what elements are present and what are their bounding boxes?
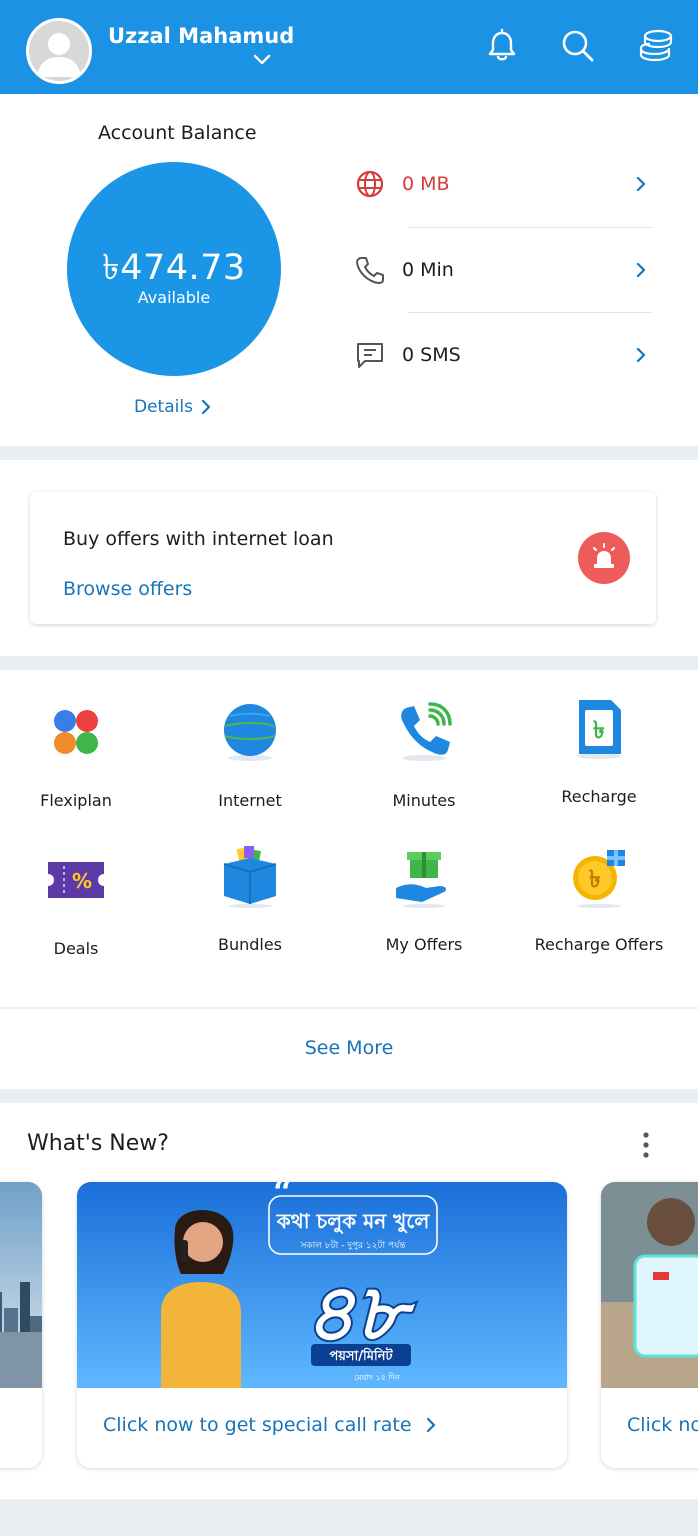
chevron-right-icon [201,399,211,415]
svg-text:৳: ৳ [593,716,605,744]
svg-text:৳: ৳ [589,865,601,893]
divider [408,312,652,313]
service-label: My Offers [385,935,463,954]
balance-card: Account Balance ৳474.73 Available Detail… [0,94,698,446]
details-link[interactable]: Details [134,397,211,417]
globe-icon [356,170,384,198]
service-internet[interactable]: Internet [163,700,337,811]
promo-headline: কথা চলুক মন খুলে [276,1209,431,1234]
details-label: Details [134,397,193,417]
recharge-sim-icon: ৳ [577,700,621,759]
service-label: Internet [218,791,282,810]
service-bundles[interactable]: Bundles [163,844,337,955]
more-vertical-icon[interactable] [640,1131,652,1159]
balance-available-label: Available [137,288,211,307]
chevron-right-icon [636,177,646,191]
banner-cta-label: Click no [627,1414,698,1436]
bell-icon[interactable] [484,28,520,64]
divider [408,227,652,228]
usage-row-sms[interactable]: 0 SMS [354,335,654,375]
chevron-right-icon [636,348,646,362]
service-label: Minutes [392,791,456,810]
minutes-balance: 0 Min [402,259,454,281]
banner-cta-link[interactable]: Click now to get special call rate [103,1414,436,1436]
call-rate-promo-image: “ কথা চলুক মন খুলে সকাল ৮টা - দুপুর ১২টা… [77,1182,567,1388]
search-icon[interactable] [560,28,596,64]
services-grid: Flexiplan Internet Minutes ৳ Recharge % … [0,670,698,1007]
user-silhouette-icon [37,33,81,77]
service-recharge-offers[interactable]: ৳ Recharge Offers [512,844,686,955]
whats-new-title: What's New? [27,1131,169,1156]
whats-new-section: What's New? “ কথা চলুক মন খুলে সকাল ৮টা … [0,1103,698,1499]
service-deals[interactable]: % Deals [0,848,163,959]
promo-unit: পয়সা/মিনিট [329,1347,393,1364]
chevron-right-icon [636,263,646,277]
bundles-box-icon [223,846,277,908]
service-my-offers[interactable]: My Offers [337,844,511,955]
minutes-phone-icon [401,702,452,761]
service-label: Recharge [561,787,637,806]
promo-validity: মেয়াদ ১৫ দিন [354,1373,400,1382]
data-balance: 0 MB [402,173,450,195]
news-banner-next[interactable]: Click no [601,1182,698,1468]
news-banner-call-rate[interactable]: “ কথা চলুক মন খুলে সকাল ৮টা - দুপুর ১২টা… [77,1182,567,1468]
internet-loan-card[interactable]: Buy offers with internet loan Browse off… [30,492,656,624]
taka-coin-icon: ৳ [573,850,625,908]
phone-icon [356,257,384,284]
app-header: Uzzal Mahamud [0,0,698,94]
see-more-section: See More [0,1009,698,1089]
avatar[interactable] [26,18,92,84]
banner-cta-label: Click now to get special call rate [103,1414,412,1436]
flexiplan-icon [54,710,98,754]
loan-section: Buy offers with internet loan Browse off… [0,460,698,656]
sms-balance: 0 SMS [402,344,461,366]
sms-icon [357,343,383,368]
gift-hand-icon [396,852,447,908]
banner-cta-link[interactable]: Click no [627,1414,698,1436]
balance-title: Account Balance [98,122,257,144]
service-flexiplan[interactable]: Flexiplan [0,700,163,811]
live-stream-promo-image [601,1182,698,1388]
loan-title: Buy offers with internet loan [63,528,334,550]
service-recharge[interactable]: ৳ Recharge [512,696,686,807]
coins-icon[interactable] [638,28,674,64]
service-label: Recharge Offers [534,935,664,954]
chevron-down-icon[interactable] [252,54,272,66]
user-name[interactable]: Uzzal Mahamud [108,24,294,48]
usage-row-data[interactable]: 0 MB [354,164,654,204]
service-minutes[interactable]: Minutes [337,700,511,811]
service-label: Bundles [217,935,283,954]
deals-ticket-icon: % [48,862,104,898]
siren-icon [578,532,630,584]
balance-circle[interactable]: ৳474.73 Available [67,162,281,376]
promo-time-note: সকাল ৮টা - দুপুর ১২টা পর্যন্ত [300,1239,407,1251]
service-label: Deals [53,939,99,958]
internet-globe-icon [224,704,276,761]
chevron-right-icon [426,1417,435,1433]
service-label: Flexiplan [40,791,112,810]
city-skyline-image [0,1182,42,1388]
browse-offers-link[interactable]: Browse offers [63,578,192,600]
see-more-button[interactable]: See More [0,1037,698,1059]
news-banner-prev[interactable] [0,1182,42,1468]
svg-text:%: % [72,869,92,893]
usage-row-minutes[interactable]: 0 Min [354,250,654,290]
